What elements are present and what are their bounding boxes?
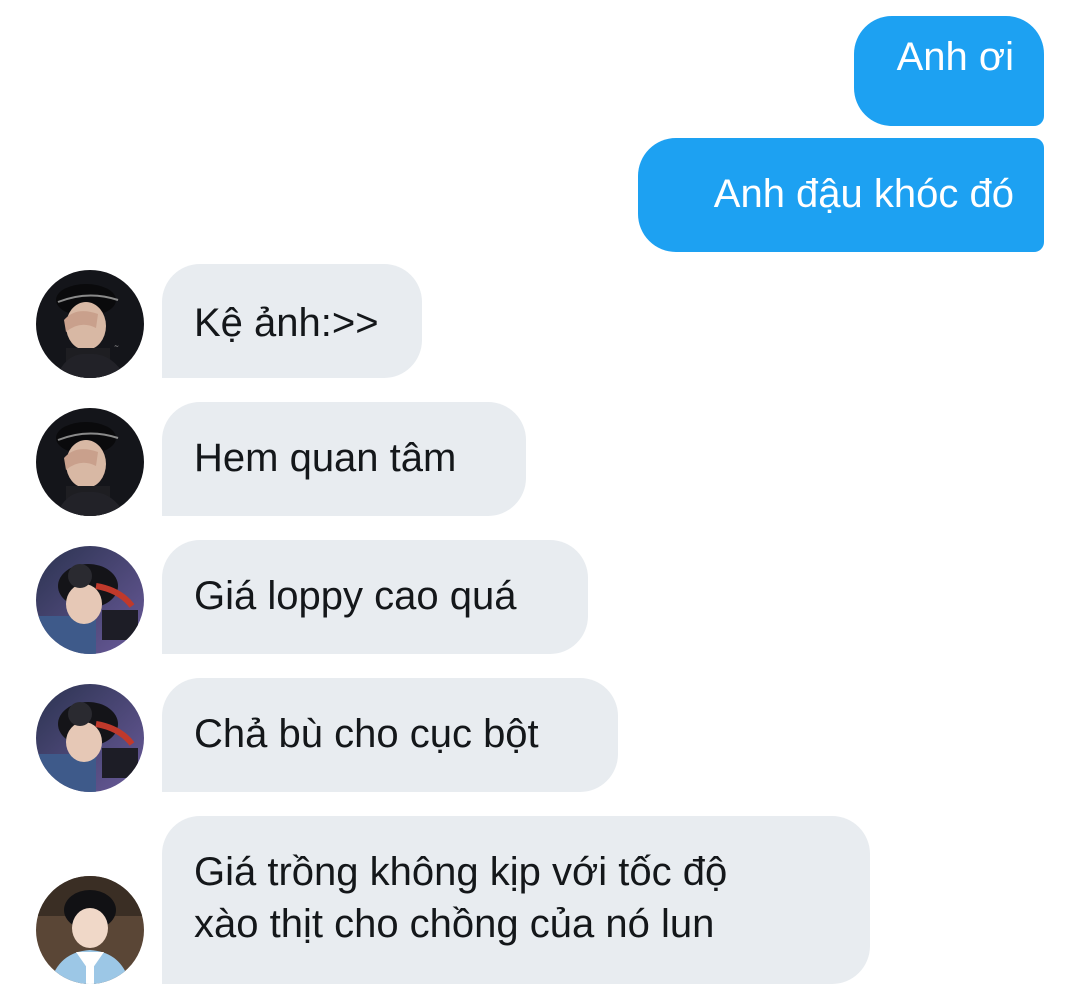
avatar[interactable]: ~ — [36, 270, 144, 378]
message-text: Anh ơi — [896, 35, 1014, 79]
outgoing-message-bubble[interactable]: Anh ơi — [854, 16, 1044, 126]
svg-text:~: ~ — [114, 343, 119, 350]
incoming-message-bubble[interactable]: Giá loppy cao quá — [162, 540, 588, 654]
incoming-message-bubble[interactable]: Kệ ảnh:>> — [162, 264, 422, 378]
message-text: Giá loppy cao quá — [194, 574, 517, 618]
message-text: Kệ ảnh:>> — [194, 301, 379, 345]
avatar[interactable] — [36, 876, 144, 984]
dark-portrait-avatar-icon: ~ — [36, 270, 144, 378]
headset-gamer-avatar-icon — [36, 546, 144, 654]
headset-gamer-avatar-icon — [36, 684, 144, 792]
message-text-line: xào thịt cho chồng của nó lun — [194, 902, 715, 946]
message-text: Chả bù cho cục bột — [194, 712, 539, 756]
message-text: Anh đậu khóc đó — [713, 172, 1014, 216]
dark-portrait-avatar-icon — [36, 408, 144, 516]
avatar[interactable] — [36, 684, 144, 792]
incoming-message-bubble[interactable]: Giá trồng không kịp với tốc độ xào thịt … — [162, 816, 870, 984]
incoming-message-bubble[interactable]: Hem quan tâm — [162, 402, 526, 516]
message-text-line: Giá trồng không kịp với tốc độ — [194, 850, 728, 894]
message-text: Hem quan tâm — [194, 436, 457, 480]
avatar[interactable] — [36, 546, 144, 654]
avatar[interactable] — [36, 408, 144, 516]
outgoing-message-bubble[interactable]: Anh đậu khóc đó — [638, 138, 1044, 252]
hanbok-avatar-icon — [36, 876, 144, 984]
incoming-message-bubble[interactable]: Chả bù cho cục bột — [162, 678, 618, 792]
